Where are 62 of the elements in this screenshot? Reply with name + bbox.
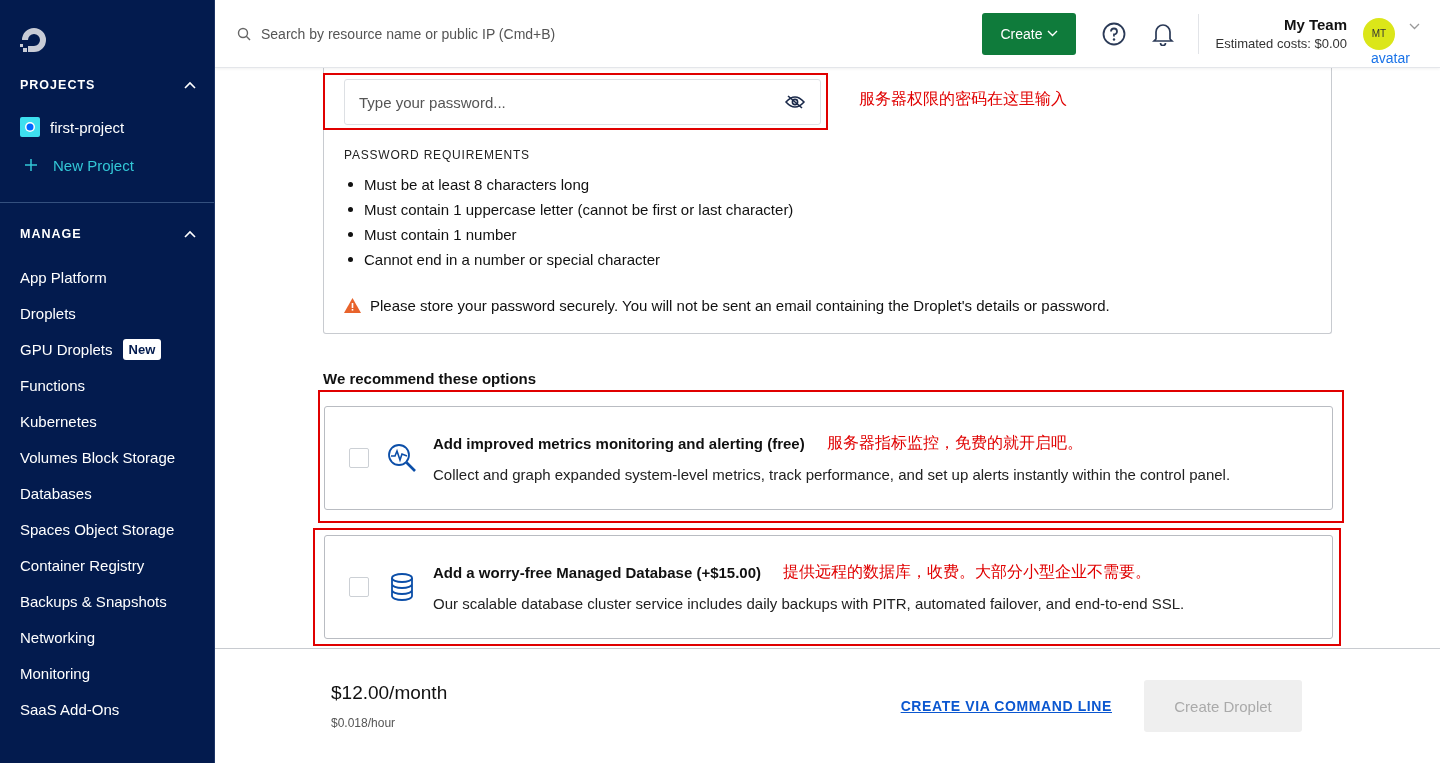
create-button[interactable]: Create <box>982 12 1077 55</box>
bullet-icon <box>348 182 353 187</box>
nav-link[interactable]: Backups & Snapshots <box>20 592 167 610</box>
requirement-text: Must contain 1 number <box>364 226 517 243</box>
search-icon <box>237 26 251 41</box>
checkbox[interactable] <box>349 577 369 597</box>
nav-link[interactable]: Kubernetes <box>20 412 97 430</box>
password-field[interactable]: Type your password... <box>344 79 821 125</box>
option-card[interactable]: Add improved metrics monitoring and alerting (free) 服务器指标监控，免费的就开启吧。 Collect and graph expanded system-level metrics, track performance, and set up alerts instantly within the control panel. <box>324 406 1333 510</box>
warning-text: Please store your password securely. You will not be sent an email containing the Droplet's details or password. <box>370 297 1110 314</box>
annotation-text: 服务器指标监控，免费的就开启吧。 <box>826 433 1083 453</box>
requirements-heading: PASSWORD REQUIREMENTS <box>344 148 531 162</box>
option-card[interactable]: Add a worry-free Managed Database (+$15.00) 提供远程的数据库，收费。大部分小型企业不需要。 Our scalable database cluster service includes daily backups with PITR, automated failover, and end-to-end SSL. <box>324 535 1333 639</box>
option-title: Add improved metrics monitoring and alerting (free) <box>433 435 805 452</box>
nav-link[interactable]: GPU Droplets <box>20 340 113 358</box>
command-line-link[interactable]: CREATE VIA COMMAND LINE <box>900 698 1112 714</box>
hourly-price: $0.018/hour <box>331 716 397 730</box>
nav-link[interactable]: Databases <box>20 484 92 502</box>
nav-link[interactable]: App Platform <box>20 268 107 286</box>
estimated-costs: Estimated costs: $0.00 <box>1215 36 1347 51</box>
section-title: PROJECTS <box>20 78 96 92</box>
checkbox[interactable] <box>349 448 369 468</box>
nav-link[interactable]: SaaS Add-Ons <box>20 700 120 718</box>
project-icon <box>20 117 40 137</box>
annotation-text: 提供远程的数据库，收费。大部分小型企业不需要。 <box>783 562 1152 582</box>
section-title: MANAGE <box>20 227 82 241</box>
avatar[interactable]: MT <box>1363 17 1395 50</box>
search-field[interactable]: Search by resource name or public IP (Cmd+B) <box>259 24 623 43</box>
nav-link[interactable]: Networking <box>20 628 96 646</box>
nav-link[interactable]: Functions <box>20 376 86 394</box>
help-icon[interactable] <box>1102 21 1127 46</box>
monthly-price: $12.00/month <box>331 682 449 704</box>
nav-link[interactable]: Spaces Object Storage <box>20 520 175 538</box>
warning-icon <box>344 298 361 313</box>
nav-link[interactable]: Container Registry <box>20 556 145 574</box>
bullet-icon <box>348 257 353 262</box>
bell-icon[interactable] <box>1152 21 1175 46</box>
avatar-alt-text: avatar <box>1371 49 1410 66</box>
nav-link[interactable]: Droplets <box>20 304 76 322</box>
requirement-text: Must contain 1 uppercase letter (cannot be first or last character) <box>364 201 794 218</box>
option-title: Add a worry-free Managed Database (+$15.00) <box>433 564 762 581</box>
chevron-icon[interactable] <box>184 81 196 89</box>
new-project-link[interactable]: New Project <box>53 156 134 174</box>
caret-icon[interactable] <box>1409 23 1420 30</box>
annotation-text: 服务器权限的密码在这里输入 <box>859 88 1067 109</box>
bullet-icon <box>348 207 353 212</box>
section-heading: We recommend these options <box>323 370 538 387</box>
nav-link[interactable]: Monitoring <box>20 664 91 682</box>
magnifier-chart-icon <box>387 443 417 473</box>
requirement-text: Cannot end in a number or special character <box>364 251 660 268</box>
requirement-text: Must be at least 8 characters long <box>364 176 590 193</box>
project-link[interactable]: first-project <box>50 118 125 136</box>
eye-slash-icon[interactable] <box>785 95 805 109</box>
option-description: Our scalable database cluster service includes daily backups with PITR, automated failover, and end-to-end SSL. <box>433 595 1185 612</box>
nav-link[interactable]: Volumes Block Storage <box>20 448 176 466</box>
option-description: Collect and graph expanded system-level metrics, track performance, and set up alerts instantly within the control panel. <box>433 466 1231 483</box>
caret-icon <box>1047 30 1059 37</box>
chevron-icon[interactable] <box>184 230 196 238</box>
bullet-icon <box>348 232 353 237</box>
team-name: My Team <box>1283 16 1347 33</box>
new-badge: New <box>122 338 162 360</box>
plus-icon <box>25 159 37 171</box>
